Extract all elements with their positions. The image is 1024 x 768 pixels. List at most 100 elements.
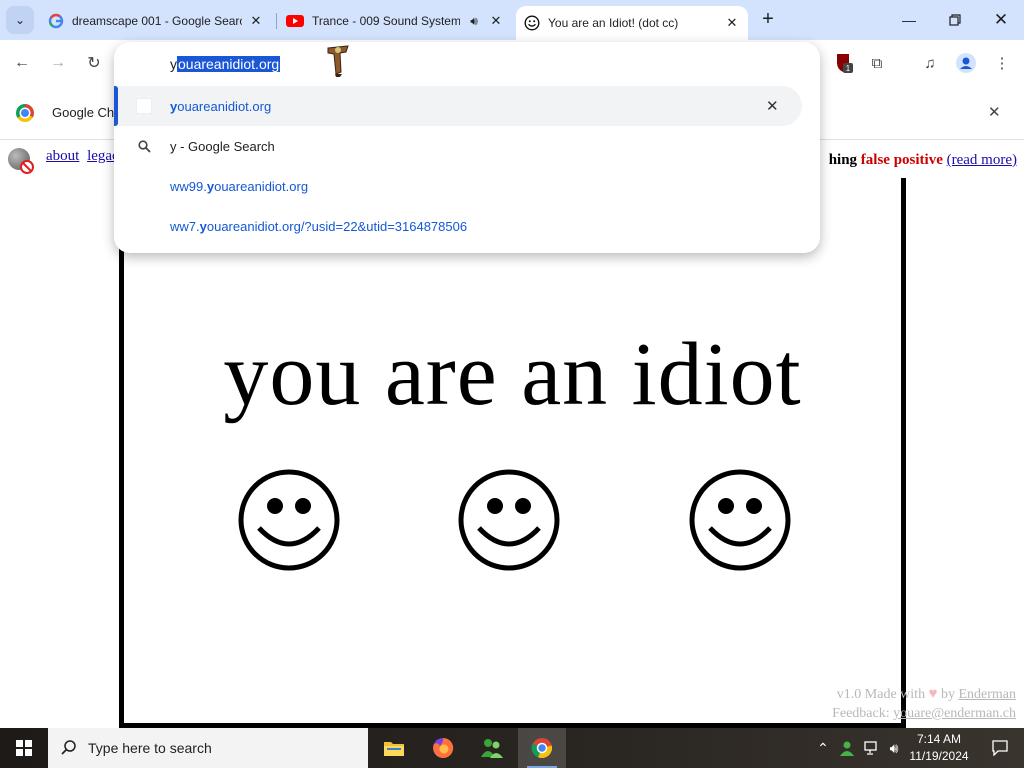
youtube-icon (286, 15, 304, 27)
chevron-up-icon: ⌃ (817, 739, 829, 756)
forward-button[interactable]: → (44, 49, 72, 77)
by-text: by (940, 687, 955, 702)
top-links: about legac (46, 148, 123, 165)
notification-icon (992, 740, 1008, 756)
network-icon (864, 741, 877, 755)
chrome-icon (531, 738, 553, 759)
new-tab-button[interactable]: + (756, 8, 780, 32)
tab-title: dreamscape 001 - Google Search (72, 14, 242, 28)
close-tab-icon[interactable]: ✕ (488, 13, 504, 29)
smiley-icon (238, 469, 340, 571)
read-more-link[interactable]: (read more) (947, 152, 1017, 168)
user-green-icon (840, 741, 854, 756)
notifications-button[interactable] (980, 728, 1020, 768)
firefox-app[interactable] (419, 728, 467, 768)
back-button[interactable]: ← (8, 49, 36, 77)
close-tab-icon[interactable]: ✕ (724, 15, 740, 31)
heart-icon: ♥ (928, 686, 938, 702)
reload-icon: ↻ (87, 55, 101, 72)
suggestion-rest: ouareanidiot.org (214, 178, 309, 194)
windows-logo-icon (16, 740, 32, 756)
cursor-mascot-icon (327, 45, 349, 77)
false-positive-label: false positive (860, 152, 943, 168)
made-with-text: v1.0 Made with (836, 687, 926, 702)
extensions-button[interactable]: ⧉ (865, 51, 889, 75)
clock[interactable]: 7:14 AM 11/19/2024 (904, 731, 974, 765)
credits: v1.0 Made with ♥ by Enderman Feedback: y… (832, 685, 1016, 723)
suggestion-rest: ouareanidiot.org (177, 98, 272, 114)
svg-text:1: 1 (846, 64, 851, 73)
users-icon (481, 739, 503, 758)
show-hidden-icons-button[interactable]: ⌃ (814, 728, 832, 768)
avatar-icon (956, 53, 976, 73)
tab-you-are-an-idiot[interactable]: You are an Idiot! (dot cc) ✕ (516, 6, 748, 40)
warning-text: hing false positive (read more) (829, 152, 1017, 169)
author-link[interactable]: Enderman (958, 687, 1016, 702)
messenger-app[interactable] (468, 728, 516, 768)
speaker-icon: 🔊︎ (889, 739, 899, 756)
suggestion-rest: ouareanidiot.org/?usid=22&utid=316487850… (206, 218, 468, 234)
menu-button[interactable]: ⋮ (990, 51, 1014, 75)
feedback-label: Feedback: (832, 706, 890, 721)
tab-trance[interactable]: Trance - 009 Sound System 🔊︎ ✕ (278, 6, 512, 36)
smiley-icon (689, 469, 791, 571)
folder-icon (384, 742, 404, 756)
close-window-button[interactable]: ✕ (978, 0, 1024, 40)
tab-search-button[interactable]: ⌄ (6, 6, 34, 34)
google-g-icon (48, 13, 64, 29)
remove-suggestion-icon[interactable]: ✕ (766, 97, 779, 115)
chrome-app[interactable] (518, 728, 566, 768)
headline: you are an idiot (223, 325, 802, 424)
minimize-button[interactable]: — (886, 0, 932, 40)
page-icon (136, 98, 152, 114)
close-tab-icon[interactable]: ✕ (248, 13, 264, 29)
autocomplete-text: ouareanidiot.org (177, 56, 281, 72)
address-bar-input[interactable]: y ouareanidiot.org (170, 54, 281, 74)
close-icon[interactable]: ✕ (988, 103, 1001, 121)
tab-title: Trance - 009 Sound System (312, 14, 460, 28)
start-button[interactable] (0, 728, 48, 768)
network-button[interactable] (861, 728, 883, 768)
info-bar-text: Google Ch (52, 105, 115, 120)
profile-button[interactable] (954, 51, 978, 75)
restore-icon (949, 14, 961, 26)
minimize-icon: — (902, 12, 916, 28)
about-link[interactable]: about (46, 148, 79, 164)
feedback-email-link[interactable]: youare@enderman.ch (893, 706, 1016, 721)
warning-prefix: hing (828, 152, 858, 168)
restore-button[interactable] (932, 0, 978, 40)
chrome-logo-icon (16, 104, 34, 122)
taskbar-search-box[interactable]: Type here to search (48, 728, 368, 768)
suggestion-match: y (199, 218, 207, 234)
extension-ublock-button[interactable]: 1 (832, 51, 856, 75)
file-explorer-app[interactable] (370, 728, 418, 768)
reload-button[interactable]: ↻ (80, 49, 108, 77)
volume-button[interactable]: 🔊︎ (884, 728, 904, 768)
shield-icon: 1 (837, 54, 853, 73)
close-icon: ✕ (993, 10, 1009, 29)
date-text: 11/19/2024 (909, 749, 969, 763)
idiot-frame: you are an idiot (119, 178, 906, 728)
more-vert-icon: ⋮ (994, 55, 1010, 72)
search-icon (61, 740, 76, 755)
people-tray-button[interactable] (836, 728, 858, 768)
search-icon (136, 138, 152, 154)
time-text: 7:14 AM (916, 732, 962, 746)
tab-title: You are an Idiot! (dot cc) (548, 16, 679, 30)
suggestion-row[interactable]: y - Google Search (114, 126, 820, 166)
smiley-icon (524, 15, 540, 31)
tab-dreamscape[interactable]: dreamscape 001 - Google Search ✕ (40, 6, 272, 36)
suggestion-row[interactable]: youareanidiot.org ✕ (114, 86, 802, 126)
arrow-left-icon: ← (14, 54, 30, 71)
suggestion-prefix: ww99. (170, 178, 207, 194)
suggestion-prefix: ww7. (170, 218, 200, 234)
media-control-button[interactable]: ♫ (918, 51, 942, 75)
omnibox-dropdown: y ouareanidiot.org youareanidiot.org ✕ y … (114, 42, 820, 253)
arrow-right-icon: → (50, 54, 66, 71)
audio-playing-icon[interactable]: 🔊︎ (466, 14, 482, 29)
media-queue-icon: ♫ (924, 54, 936, 72)
suggestion-row[interactable]: ww7.youareanidiot.org/?usid=22&utid=3164… (114, 206, 820, 246)
chevron-down-icon: ⌄ (14, 13, 26, 27)
suggestion-row[interactable]: ww99.youareanidiot.org (114, 166, 820, 206)
suggestion-match: y (206, 178, 215, 194)
